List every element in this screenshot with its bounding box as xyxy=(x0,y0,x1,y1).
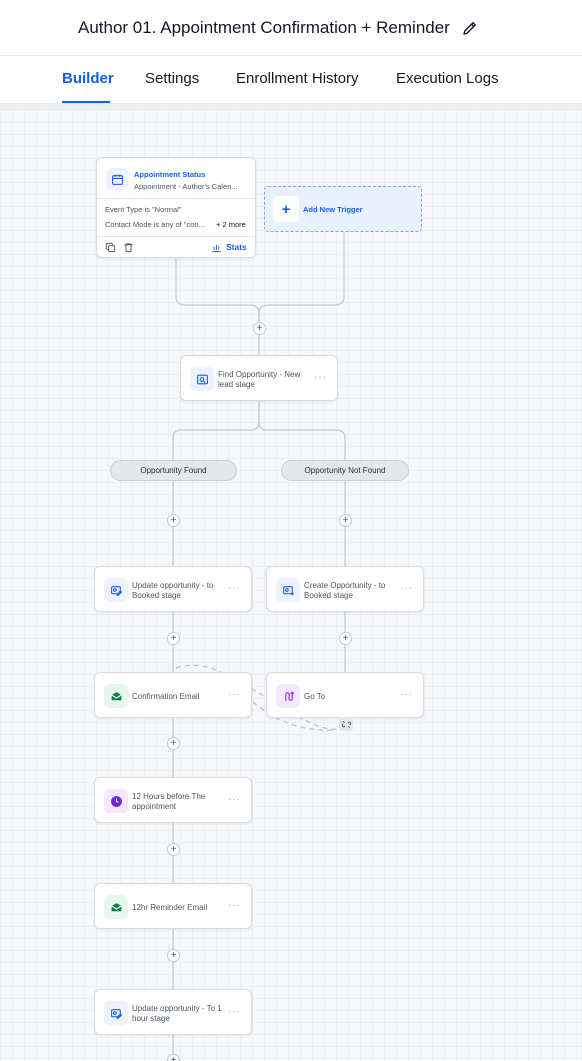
bar-chart-icon xyxy=(212,244,221,253)
add-action-plus-button[interactable]: + xyxy=(167,1054,180,1061)
goto-icon xyxy=(276,684,300,708)
more-options-icon[interactable]: ··· xyxy=(228,900,241,911)
copy-icon[interactable] xyxy=(105,242,116,253)
stats-link[interactable]: Stats xyxy=(226,242,247,252)
branch-opportunity-not-found[interactable]: Opportunity Not Found xyxy=(281,460,409,481)
tab-bar: Builder Settings Enrollment History Exec… xyxy=(0,56,582,104)
trigger-card[interactable]: Appointment Status Appointment - Author'… xyxy=(96,157,256,258)
trigger-title: Appointment Status xyxy=(134,170,206,179)
tab-builder[interactable]: Builder xyxy=(62,70,114,87)
workflow-title: Author 01. Appointment Confirmation + Re… xyxy=(78,18,450,37)
tab-enrollment-history[interactable]: Enrollment History xyxy=(236,70,359,87)
add-action-plus-button[interactable]: + xyxy=(339,632,352,645)
action-node-create-opportunity[interactable]: Create Opportunity - to Booked stage ··· xyxy=(266,566,424,612)
search-icon xyxy=(190,367,214,391)
branch-opportunity-found[interactable]: Opportunity Found xyxy=(110,460,237,481)
workflow-canvas[interactable]: Appointment Status Appointment - Author'… xyxy=(0,104,582,1061)
broken-link-icon[interactable] xyxy=(339,717,353,731)
email-icon xyxy=(104,684,128,708)
action-node-update-opportunity-booked[interactable]: Update opportunity - to Booked stage ··· xyxy=(94,566,252,612)
email-icon xyxy=(104,895,128,919)
active-tab-indicator xyxy=(62,101,110,103)
node-label: Update opportunity - To 1 hour stage xyxy=(132,1004,222,1023)
divider xyxy=(97,236,255,237)
add-action-plus-button[interactable]: + xyxy=(167,737,180,750)
clock-icon xyxy=(104,789,128,813)
trigger-subtitle: Appointment - Author's Calen... xyxy=(134,182,238,191)
action-node-update-opportunity-1-hour[interactable]: Update opportunity - To 1 hour stage ··· xyxy=(94,989,252,1035)
more-options-icon[interactable]: ··· xyxy=(228,689,241,700)
node-label: Confirmation Email xyxy=(132,692,200,701)
add-action-plus-button[interactable]: + xyxy=(339,514,352,527)
workflow-header: Author 01. Appointment Confirmation + Re… xyxy=(0,0,582,56)
more-options-icon[interactable]: ··· xyxy=(228,794,241,805)
node-label: Create Opportunity - to Booked stage xyxy=(304,581,386,600)
more-options-icon[interactable]: ··· xyxy=(400,583,413,594)
more-options-icon[interactable]: ··· xyxy=(314,372,327,383)
add-action-plus-button[interactable]: + xyxy=(167,514,180,527)
opportunity-add-icon xyxy=(276,578,300,602)
trash-icon[interactable] xyxy=(123,242,134,253)
action-node-confirmation-email[interactable]: Confirmation Email ··· xyxy=(94,672,252,718)
plus-icon: + xyxy=(273,196,299,222)
divider xyxy=(97,198,255,199)
add-action-plus-button[interactable]: + xyxy=(167,632,180,645)
add-action-plus-button[interactable]: + xyxy=(167,949,180,962)
trigger-condition: Event Type is "Normal" xyxy=(105,205,182,214)
node-label: 12 Hours before The appointment xyxy=(132,792,206,811)
pencil-icon[interactable] xyxy=(461,19,479,37)
opportunity-edit-icon xyxy=(104,578,128,602)
opportunity-edit-icon xyxy=(104,1001,128,1025)
calendar-icon xyxy=(106,168,128,190)
more-conditions-link[interactable]: + 2 more xyxy=(216,220,246,229)
action-node-find-opportunity[interactable]: Find Opportunity - New lead stage ··· xyxy=(180,355,338,401)
trigger-condition: Contact Mode is any of "con... xyxy=(105,220,205,229)
action-node-reminder-email[interactable]: 12hr Reminder Email ··· xyxy=(94,883,252,929)
tab-execution-logs[interactable]: Execution Logs xyxy=(396,70,499,87)
more-options-icon[interactable]: ··· xyxy=(228,1006,241,1017)
more-options-icon[interactable]: ··· xyxy=(228,583,241,594)
add-trigger-label: Add New Trigger xyxy=(303,205,363,214)
node-label: Find Opportunity - New lead stage xyxy=(218,370,301,389)
add-action-plus-button[interactable]: + xyxy=(167,843,180,856)
more-options-icon[interactable]: ··· xyxy=(400,689,413,700)
action-node-wait-12-hours[interactable]: 12 Hours before The appointment ··· xyxy=(94,777,252,823)
node-label: 12hr Reminder Email xyxy=(132,903,208,912)
add-new-trigger-button[interactable]: + Add New Trigger xyxy=(264,186,422,232)
tab-settings[interactable]: Settings xyxy=(145,70,199,87)
add-action-plus-button[interactable]: + xyxy=(253,322,266,335)
node-label: Go To xyxy=(304,692,326,701)
node-label: Update opportunity - to Booked stage xyxy=(132,581,214,600)
action-node-go-to[interactable]: Go To ··· xyxy=(266,672,424,718)
